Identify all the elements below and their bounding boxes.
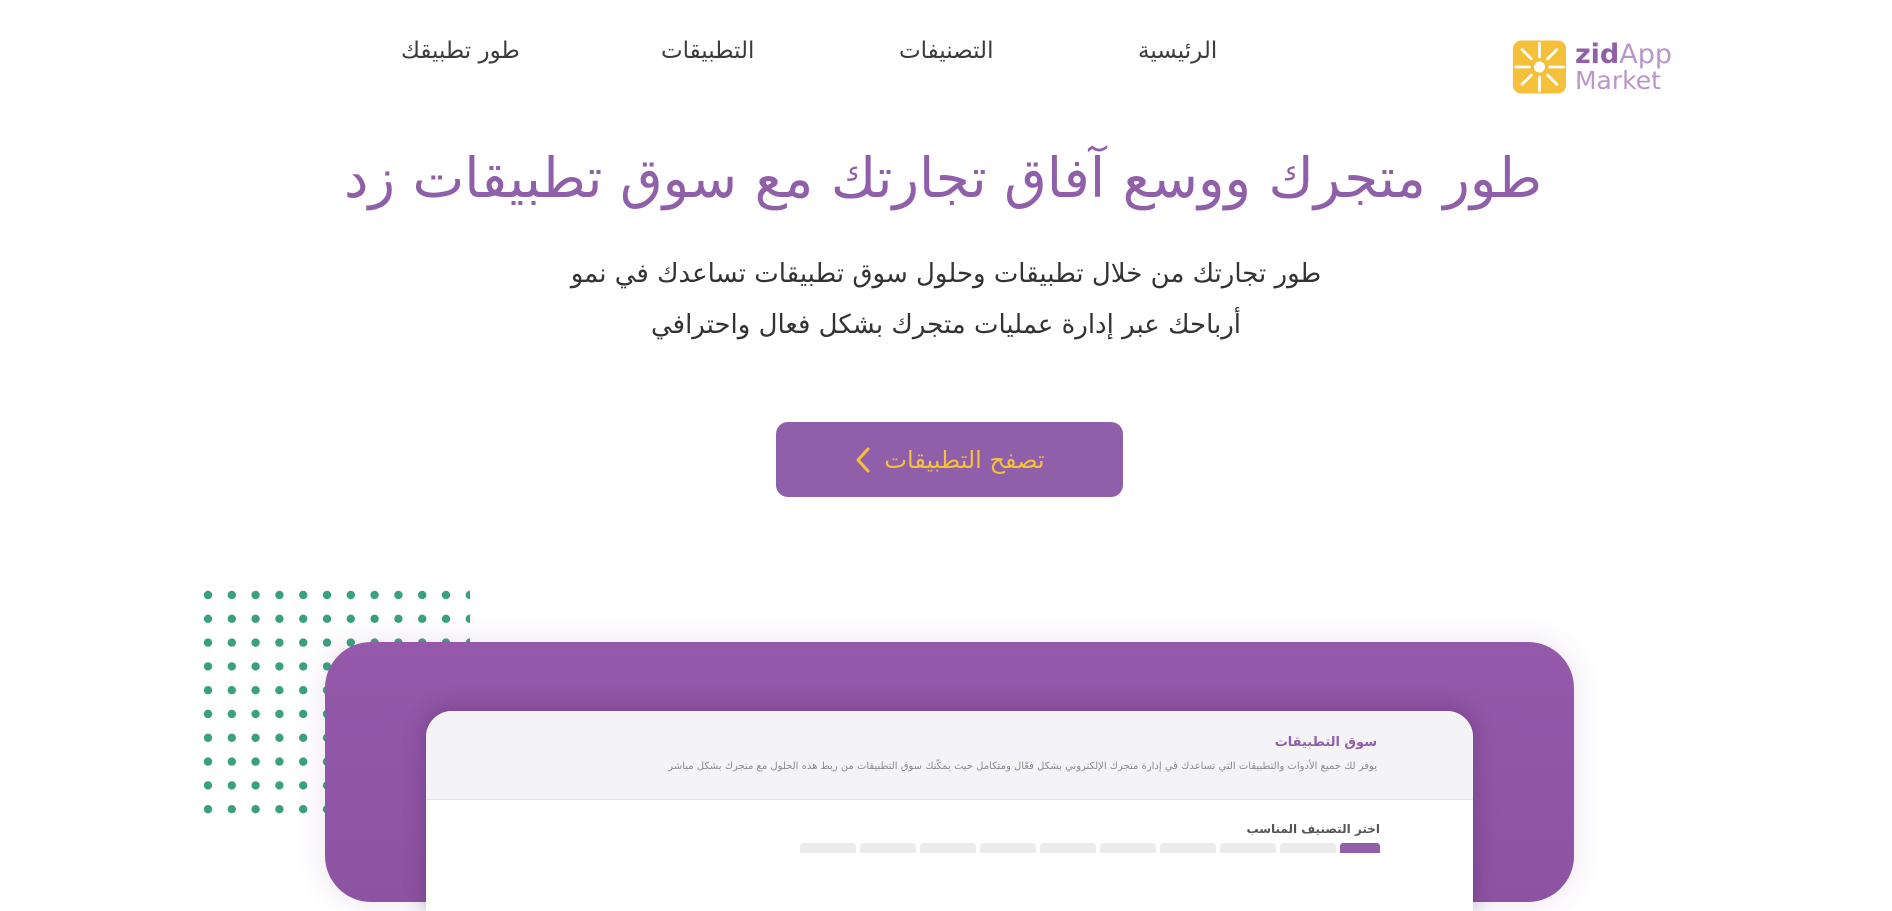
zid-flower-logo-icon: [1512, 40, 1567, 94]
category-chip: [800, 843, 856, 853]
logo-market-text: Market: [1574, 66, 1661, 95]
app-preview-category-chips: [800, 843, 1380, 853]
browse-apps-button[interactable]: تصفح التطبيقات: [776, 422, 1123, 497]
top-navigation: zidApp Market الرئيسية التصنيفات التطبيق…: [0, 0, 1892, 110]
app-preview-screen: سوق التطبيقات يوفر لك جميع الأدوات والتط…: [426, 711, 1473, 911]
nav-link-home[interactable]: الرئيسية: [1138, 38, 1217, 64]
app-preview-title: سوق التطبيقات: [1274, 735, 1377, 750]
chevron-left-icon: [856, 447, 870, 472]
category-chip: [1340, 843, 1380, 853]
nav-link-categories[interactable]: التصنيفات: [899, 38, 993, 64]
app-preview-description: يوفر لك جميع الأدوات والتطبيقات التي تسا…: [668, 761, 1377, 772]
logo-wordmark: zidApp Market: [1575, 41, 1672, 93]
app-preview-filter-label: اختر التصنيف المناسب: [1246, 822, 1380, 836]
browse-apps-label: تصفح التطبيقات: [884, 445, 1045, 474]
category-chip: [1040, 843, 1096, 853]
category-chip: [1280, 843, 1336, 853]
hero-title: طور متجرك ووسع آفاق تجارتك مع سوق تطبيقا…: [343, 146, 1543, 210]
zid-app-market-logo[interactable]: zidApp Market: [1512, 36, 1672, 98]
category-chip: [1160, 843, 1216, 853]
category-chip: [1220, 843, 1276, 853]
category-chip: [1100, 843, 1156, 853]
app-preview-header: سوق التطبيقات يوفر لك جميع الأدوات والتط…: [426, 711, 1473, 800]
hero-subtitle-line-2: أرباحك عبر إدارة عمليات متجرك بشكل فعال …: [650, 310, 1242, 340]
hero-subtitle-line-1: طور تجارتك من خلال تطبيقات وحلول سوق تطب…: [570, 259, 1322, 289]
category-chip: [980, 843, 1036, 853]
category-chip: [920, 843, 976, 853]
nav-link-apps[interactable]: التطبيقات: [661, 38, 754, 64]
nav-link-develop-your-app[interactable]: طور تطبيقك: [401, 38, 520, 64]
category-chip: [860, 843, 916, 853]
